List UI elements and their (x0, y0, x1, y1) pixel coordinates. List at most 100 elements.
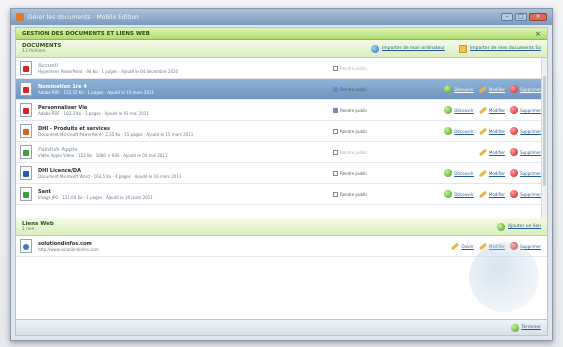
action-label: Découvrir (454, 191, 474, 197)
view-icon (444, 190, 453, 198)
make-public-checkbox[interactable]: Rendre public (333, 86, 391, 92)
links-header: Liens Web 1 lien Ajouter un lien (16, 218, 547, 236)
document-actions: Découvrir Modifier Supprimer (391, 85, 541, 93)
make-public-checkbox[interactable]: Rendre public (333, 107, 391, 113)
action-label: Supprimer (520, 86, 541, 92)
folder-icon (458, 44, 467, 53)
document-actions: Découvrir Modifier Supprimer (391, 127, 541, 135)
panel-title: GESTION DES DOCUMENTS ET LIENS WEB (22, 30, 150, 37)
action-label: Découvrir (454, 170, 474, 176)
action-label: Modifier (488, 107, 506, 113)
maximize-icon[interactable]: □ (515, 13, 527, 21)
app-window: Gérer les documents - Mobile Edition – □… (10, 8, 553, 341)
action-label: Supprimer (520, 128, 541, 134)
checkbox-icon[interactable] (333, 86, 338, 92)
view-button[interactable]: Découvrir (444, 127, 474, 135)
document-info: DHI Licence/DA Document Microsoft Word · … (38, 168, 333, 179)
pdf-file-icon (20, 61, 32, 75)
edit-icon (478, 169, 487, 177)
checkbox-icon[interactable] (333, 65, 338, 71)
close-panel-icon[interactable]: × (535, 30, 541, 38)
document-info: Nomination 1re 4 Adobe PDF · 152,52 Ko · … (38, 84, 333, 95)
checkbox-icon[interactable] (333, 170, 338, 176)
link-info: solutiondinfos.com http://www.solutiondin… (38, 241, 391, 252)
pdf-file-icon (20, 103, 32, 117)
link-row[interactable]: solutiondinfos.com http://www.solutiondin… (16, 236, 547, 257)
delete-button[interactable]: Supprimer (510, 148, 541, 156)
edit-icon (478, 85, 487, 93)
document-row[interactable]: Sant Image JPG · 121,64 Ko · 1 pages · Aj… (16, 184, 547, 205)
panel-header: GESTION DES DOCUMENTS ET LIENS WEB × (16, 28, 547, 40)
make-public-label: Rendre public (340, 86, 368, 92)
title-bar[interactable]: Gérer les documents - Mobile Edition – □… (11, 9, 552, 25)
delete-button[interactable]: Supprimer (510, 106, 541, 114)
checkbox-icon[interactable] (333, 107, 338, 113)
checkbox-icon[interactable] (333, 191, 338, 197)
links-list: solutiondinfos.com http://www.solutiondin… (16, 236, 547, 312)
delete-icon (510, 106, 519, 114)
word-file-icon (20, 166, 32, 180)
edit-button[interactable]: Modifier (478, 85, 505, 93)
img-file-icon (20, 145, 32, 159)
make-public-label: Rendre public (340, 65, 368, 71)
make-public-checkbox[interactable]: Rendre public (333, 191, 391, 197)
make-public-checkbox[interactable]: Rendre public (333, 65, 391, 71)
delete-icon (510, 148, 519, 156)
open-button[interactable]: Ouvrir (451, 242, 474, 250)
delete-button[interactable]: Supprimer (510, 127, 541, 135)
document-meta: Vidéo Apple Video · 152 Ko · 1080 × 640 … (38, 152, 168, 158)
delete-icon (510, 169, 519, 177)
img-file-icon (20, 187, 32, 201)
action-label: Ouvrir (461, 243, 474, 249)
action-label: Supprimer (520, 107, 541, 113)
delete-icon (510, 85, 519, 93)
view-icon (444, 106, 453, 114)
import-documents-label: Importer de mes documents Sa (469, 46, 541, 51)
view-button[interactable]: Découvrir (444, 85, 474, 93)
edit-button[interactable]: Modifier (478, 169, 506, 177)
edit-button[interactable]: Modifier (478, 148, 505, 156)
dialog-footer: Terminer (16, 319, 547, 335)
document-row[interactable]: Accueil Hyperliens PowerPoint · 94 Ko · 1… (16, 58, 547, 79)
document-row[interactable]: Personnaliser Vie Adobe PDF · 183,3 Ko · … (16, 100, 547, 121)
view-button[interactable]: Découvrir (444, 169, 474, 177)
make-public-checkbox[interactable]: Rendre public (333, 149, 391, 155)
delete-button[interactable]: Supprimer (510, 190, 541, 198)
add-link-button[interactable]: Ajouter un lien (496, 222, 541, 231)
documents-scrollbar[interactable] (541, 58, 547, 218)
close-window-icon[interactable]: × (529, 13, 547, 21)
import-documents-link[interactable]: Importer de mes documents Sa (458, 44, 541, 53)
delete-button[interactable]: Supprimer (510, 85, 541, 93)
document-row[interactable]: Fakdish Apple Vidéo Apple Video · 152 Ko … (16, 142, 547, 163)
checkbox-icon[interactable] (333, 149, 338, 155)
edit-button[interactable]: Modifier (478, 127, 505, 135)
make-public-checkbox[interactable]: Rendre public (333, 128, 391, 134)
dialog-content: GESTION DES DOCUMENTS ET LIENS WEB × DOC… (15, 27, 548, 336)
document-info: DHI - Produits et services Document Micro… (38, 126, 333, 137)
checkbox-icon[interactable] (333, 128, 338, 134)
minimize-icon[interactable]: – (501, 13, 513, 21)
import-computer-link[interactable]: Importer de mon ordinateur (371, 44, 445, 53)
view-button[interactable]: Découvrir (444, 190, 474, 198)
document-meta: Adobe PDF · 152,52 Ko · 1 pages · Ajouté… (38, 89, 155, 95)
make-public-checkbox[interactable]: Rendre public (333, 170, 391, 176)
delete-button[interactable]: Supprimer (510, 169, 541, 177)
computer-icon (371, 44, 379, 53)
view-button[interactable]: Découvrir (444, 106, 474, 114)
check-icon (511, 323, 520, 332)
document-row[interactable]: DHI - Produits et services Document Micro… (16, 121, 547, 142)
action-label: Modifier (488, 170, 506, 176)
document-row[interactable]: DHI Licence/DA Document Microsoft Word · … (16, 163, 547, 184)
document-row[interactable]: Nomination 1re 4 Adobe PDF · 152,52 Ko · … (16, 79, 547, 100)
make-public-label: Rendre public (340, 149, 368, 155)
action-label: Modifier (488, 191, 506, 197)
finish-button[interactable]: Terminer (511, 323, 541, 332)
edit-button[interactable]: Modifier (478, 190, 506, 198)
document-actions: Découvrir Modifier Supprimer (391, 190, 541, 198)
scroll-thumb[interactable] (543, 76, 546, 186)
document-actions: Découvrir Modifier Supprimer (391, 169, 541, 177)
edit-button[interactable]: Modifier (478, 106, 506, 114)
delete-icon (510, 127, 519, 135)
document-meta: Document Microsoft Word · 163,5 Ko · 4 p… (38, 173, 182, 179)
pdf-file-icon (20, 82, 32, 96)
